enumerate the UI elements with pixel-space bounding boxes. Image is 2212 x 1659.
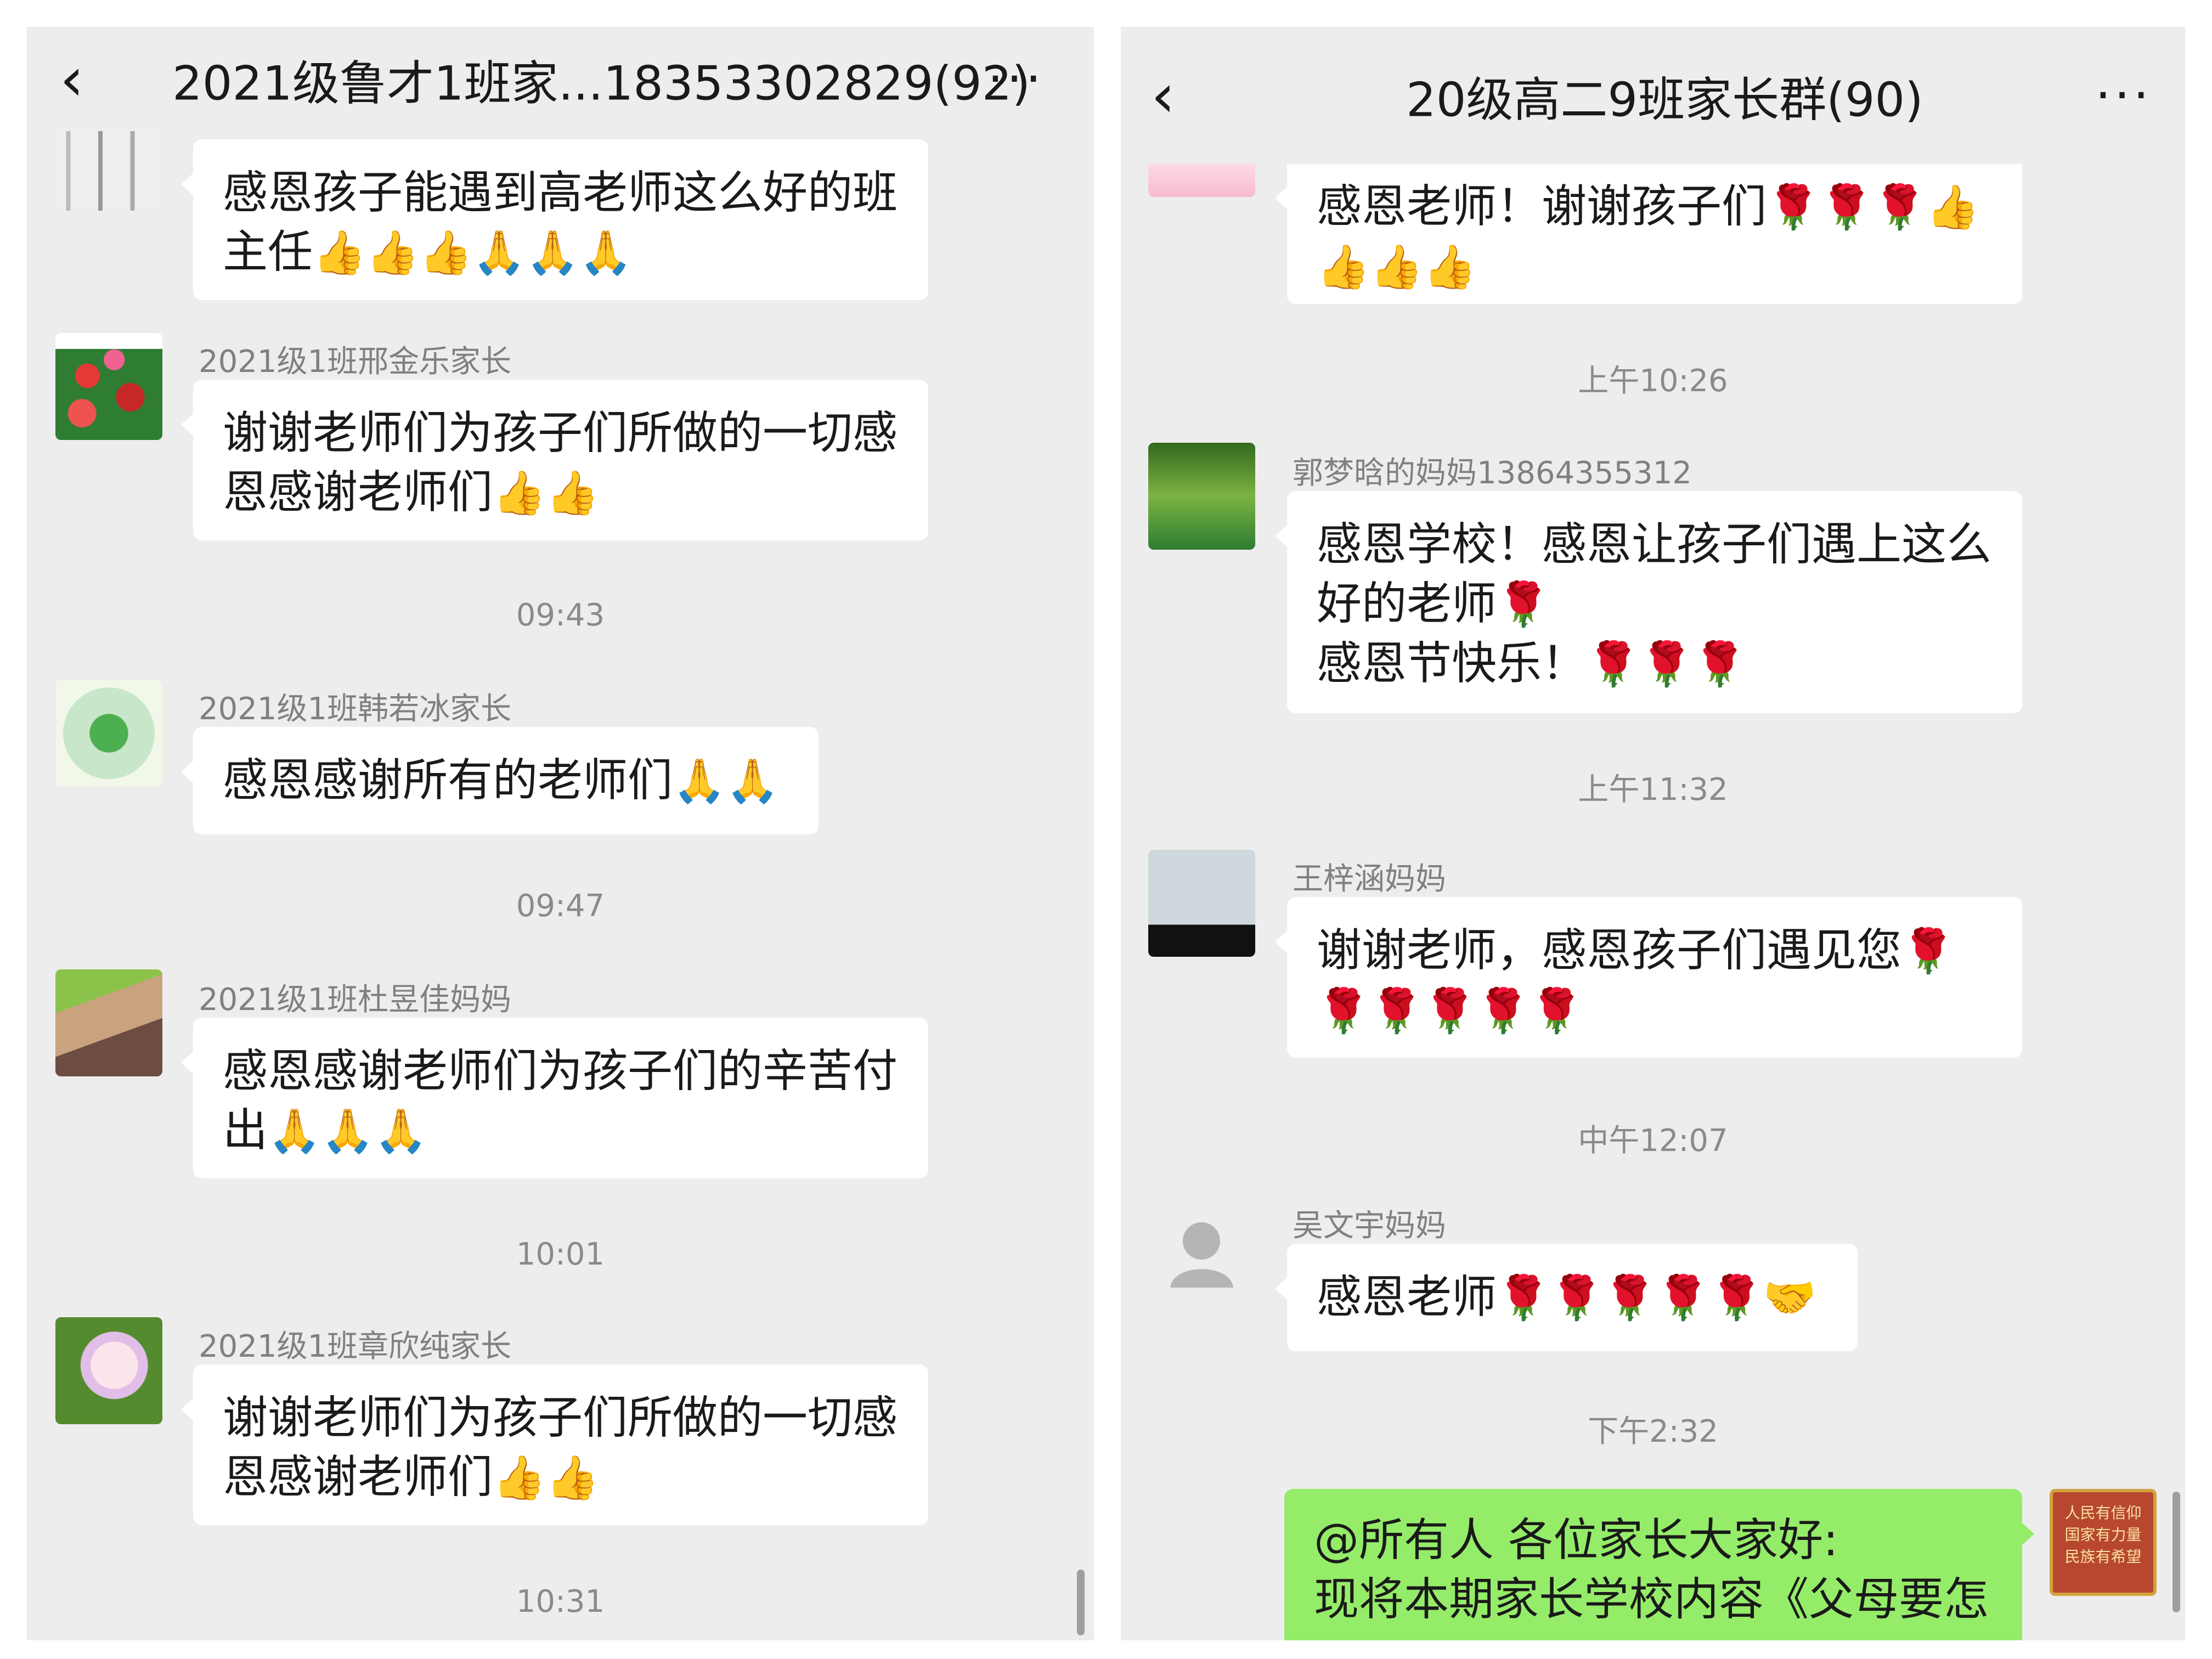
- message-bubble[interactable]: 谢谢老师们为孩子们所做的一切感恩感谢老师们👍👍: [181, 1364, 928, 1525]
- chat-header: ‹ 20级高二9班家长群(90) ···: [1121, 27, 2185, 164]
- message-text: 感恩学校！感恩让孩子们遇上这么好的老师: [1317, 518, 1992, 630]
- sender-name: 2021级1班章欣纯家长: [199, 1329, 512, 1364]
- emoji: 🙏🙏: [673, 757, 780, 806]
- emoji: 👍👍: [493, 1453, 600, 1503]
- timestamp: 09:43: [516, 597, 605, 633]
- message-text: 现将本期家长学校内容《父母要怎: [1314, 1573, 1989, 1626]
- message-bubble[interactable]: 感恩孩子能遇到高老师这么好的班主任👍👍👍🙏🙏🙏: [181, 139, 928, 300]
- sender-name: 2021级1班杜昱佳妈妈: [199, 982, 512, 1018]
- sender-name: 郭梦晗的妈妈13864355312: [1293, 455, 1692, 491]
- timestamp: 上午10:26: [1578, 363, 1728, 399]
- emoji: 🌹: [1497, 580, 1550, 629]
- message-text: 感恩节快乐！: [1317, 637, 1587, 690]
- emoji: 🙏🙏🙏: [268, 1107, 428, 1156]
- clover-avatar[interactable]: [55, 680, 162, 787]
- message-text: @所有人 各位家长大家好:: [1314, 1514, 1838, 1566]
- back-icon[interactable]: ‹: [1151, 65, 1175, 126]
- own-avatar[interactable]: 人民有信仰 国家有力量 民族有希望: [2050, 1489, 2157, 1596]
- sender-name: 王梓涵妈妈: [1293, 861, 1446, 897]
- sender-name: 2021级1班韩若冰家长: [199, 691, 512, 727]
- message-bubble[interactable]: 谢谢老师们为孩子们所做的一切感恩感谢老师们👍👍: [181, 380, 928, 540]
- avatar-slogan: 人民有信仰 国家有力量 民族有希望: [2064, 1504, 2142, 1566]
- message-bubble[interactable]: 感恩老师🌹🌹🌹🌹🌹🤝: [1275, 1244, 1858, 1351]
- message-bubble[interactable]: 感恩老师！谢谢孩子们🌹🌹🌹👍👍👍👍: [1275, 153, 2022, 304]
- more-icon[interactable]: ···: [2095, 67, 2152, 125]
- message-bubble[interactable]: 感恩感谢所有的老师们🙏🙏: [181, 727, 819, 834]
- message-bubble[interactable]: 谢谢老师，感恩孩子们遇见您🌹🌹🌹🌹🌹🌹: [1275, 897, 2022, 1058]
- emoji: 👍👍👍🙏🙏🙏: [313, 228, 633, 278]
- avatar[interactable]: [55, 333, 162, 440]
- person-icon: [1170, 1222, 1233, 1288]
- left-chat-screen: ‹ 2021级鲁才1班家...18353302829(92) ··· 感恩孩子能…: [27, 27, 1094, 1640]
- timestamp: 上午11:32: [1578, 772, 1728, 808]
- timestamp: 10:01: [516, 1237, 605, 1272]
- message-text: 感恩感谢所有的老师们: [223, 754, 673, 806]
- message-bubble[interactable]: 感恩感谢老师们为孩子们的辛苦付出🙏🙏🙏: [181, 1018, 928, 1178]
- message-text: 感恩老师！谢谢孩子们: [1317, 180, 1767, 233]
- avatar[interactable]: [55, 969, 162, 1076]
- back-icon[interactable]: ‹: [60, 49, 84, 109]
- message-text: 谢谢老师，感恩孩子们遇见您: [1317, 924, 1902, 977]
- photo-avatar[interactable]: [1148, 850, 1255, 957]
- right-chat-screen: ‹ 20级高二9班家长群(90) ··· 感恩老师！谢谢孩子们🌹🌹🌹👍👍👍👍 上…: [1121, 27, 2185, 1640]
- timestamp: 下午2:32: [1588, 1414, 1718, 1449]
- default-avatar[interactable]: [1148, 1197, 1255, 1304]
- timestamp: 中午12:07: [1578, 1123, 1728, 1159]
- chat-header: ‹ 2021级鲁才1班家...18353302829(92) ···: [27, 27, 1094, 131]
- sender-name: 吴文宇妈妈: [1293, 1208, 1446, 1244]
- message-bubble[interactable]: 感恩学校！感恩让孩子们遇上这么好的老师🌹 感恩节快乐！🌹🌹🌹: [1275, 491, 2022, 713]
- more-icon[interactable]: ···: [988, 50, 1045, 108]
- emoji: 🌹🌹🌹: [1587, 640, 1747, 689]
- emoji: 🌹🌹🌹🌹🌹🤝: [1497, 1273, 1816, 1323]
- chat-title: 2021级鲁才1班家...18353302829(92): [172, 56, 1030, 111]
- scrollbar[interactable]: [2172, 1492, 2180, 1612]
- emoji: 👍👍: [493, 469, 600, 518]
- message-text: 感恩老师: [1317, 1271, 1497, 1323]
- sender-name: 2021级1班邢金乐家长: [199, 344, 512, 380]
- chat-title: 20级高二9班家长群(90): [1406, 72, 1923, 128]
- flower-avatar[interactable]: [55, 1317, 162, 1424]
- timestamp: 09:47: [516, 888, 605, 924]
- scrollbar[interactable]: [1077, 1570, 1085, 1635]
- timestamp: 10:31: [516, 1584, 605, 1620]
- own-message-bubble[interactable]: @所有人 各位家长大家好: 现将本期家长学校内容《父母要怎: [1284, 1489, 2034, 1640]
- grass-avatar[interactable]: [1148, 443, 1255, 550]
- avatar[interactable]: [55, 123, 162, 211]
